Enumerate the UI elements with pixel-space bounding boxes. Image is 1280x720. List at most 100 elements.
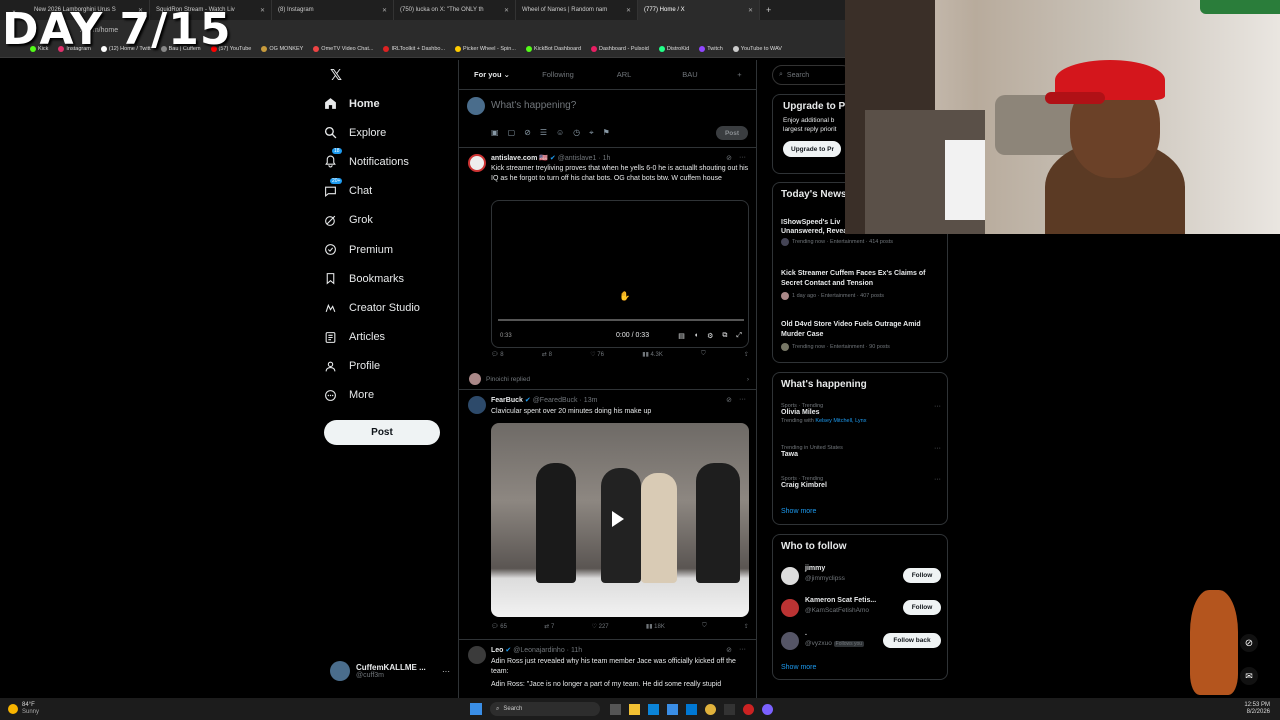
close-icon[interactable]: ✕ [748, 7, 753, 14]
tweet-author-handle[interactable]: @antislave1 [558, 155, 597, 162]
more-icon[interactable]: ··· [934, 445, 941, 452]
follow-suggestion[interactable]: Kameron Scat Fetis... @KamScatFetishAmo … [781, 597, 941, 619]
bookmark-item[interactable]: OmeTV Video Chat... [313, 45, 373, 52]
reply-button[interactable]: 💬︎ 65 [491, 623, 507, 630]
follow-button[interactable]: Follow [903, 568, 941, 583]
sidebar-item-bookmarks[interactable]: Bookmarks [324, 264, 449, 293]
settings-icon[interactable]: ⚙ [707, 332, 713, 340]
app-icon[interactable] [743, 703, 754, 715]
replied-row[interactable]: Pinoichi replied › [469, 373, 749, 385]
file-explorer-icon[interactable] [629, 703, 640, 715]
captions-icon[interactable]: ▤ [678, 332, 685, 340]
grok-icon[interactable]: ⊘ [726, 396, 732, 404]
post-button[interactable]: Post [324, 420, 440, 445]
more-icon[interactable]: ··· [442, 667, 450, 676]
chrome-icon[interactable] [705, 703, 716, 715]
tweet-video[interactable]: ✋ 0:33 0:00 / 0:33 ▤ ◖ ⚙ ⧉ ⤢ [491, 200, 749, 348]
compose-post-button[interactable]: Post [716, 126, 748, 140]
bookmark-item[interactable]: OG MONKEY [261, 45, 303, 52]
sidebar-item-chat[interactable]: Chat 20+ [324, 177, 449, 206]
views-button[interactable]: ▮▮ 4.3K [642, 351, 663, 358]
trend-extra-link[interactable]: Kelsey Mitchell, Lynx [815, 418, 866, 424]
close-icon[interactable]: ✕ [504, 7, 509, 14]
new-tab-icon[interactable]: + [760, 5, 771, 15]
play-icon[interactable] [612, 511, 624, 527]
bookmark-item[interactable]: Picker Wheel - Spin... [455, 45, 516, 52]
tweet[interactable]: Leo ✔ @Leonajardinho · 11h ⊘ ··· Adin Ros… [459, 640, 756, 700]
sidebar-item-grok[interactable]: Grok [324, 206, 449, 235]
edge-icon[interactable] [648, 703, 659, 715]
sidebar-item-notifications[interactable]: Notifications 18 [324, 147, 449, 176]
share-icon[interactable]: ⇪ [744, 351, 749, 358]
taskbar-clock[interactable]: 12:53 PM 8/2/2026 [1244, 702, 1280, 716]
tweet[interactable]: antislave.com 🇺🇸 ✔ @antislave1 · 1h ⊘ ···… [459, 148, 756, 390]
grok-icon[interactable]: ⊘ [726, 646, 732, 654]
bookmark-icon[interactable]: ⛉ [702, 623, 707, 630]
sidebar-item-profile[interactable]: Profile [324, 352, 449, 381]
task-view-icon[interactable] [610, 703, 621, 715]
video-progress-bar[interactable] [498, 319, 744, 321]
mail-icon[interactable] [686, 703, 697, 715]
emoji-icon[interactable]: ☺ [556, 128, 564, 138]
repost-button[interactable]: ⇄ 7 [544, 623, 554, 630]
location-icon[interactable]: ⌖ [589, 128, 594, 138]
share-icon[interactable]: ⇪ [744, 623, 749, 630]
more-icon[interactable]: ··· [934, 403, 941, 410]
messages-floating-icon[interactable]: ✉ [1240, 667, 1258, 685]
follow-suggestion[interactable]: . @vyzxuo Follows you Follow back [781, 630, 941, 652]
image-icon[interactable]: ▣ [491, 128, 499, 138]
more-icon[interactable]: ··· [739, 396, 746, 404]
bookmark-item[interactable]: YouTube to WAV [732, 45, 782, 52]
account-switcher[interactable]: CuffemKALLME ... @cuff3m ··· [330, 661, 450, 681]
like-button[interactable]: ♡ 227 [592, 623, 609, 630]
news-item[interactable]: Old D4vd Store Video Fuels Outrage Amid … [781, 320, 941, 351]
bookmark-icon[interactable]: ⛉ [701, 351, 706, 358]
close-icon[interactable]: ✕ [626, 7, 631, 14]
tweet-author-handle[interactable]: @FearedBuck [533, 397, 578, 404]
search-input[interactable]: ⌕ Search [772, 65, 852, 85]
trend-item[interactable]: Sports · Trending Olivia Miles Trending … [781, 403, 941, 424]
close-icon[interactable]: ✕ [260, 7, 265, 14]
flag-icon[interactable]: ⚑ [603, 128, 610, 138]
taskbar-search[interactable]: ⌕ Search [490, 702, 600, 716]
more-icon[interactable]: ··· [739, 154, 746, 162]
tweet-author-name[interactable]: antislave.com 🇺🇸 [491, 155, 548, 162]
close-icon[interactable]: ✕ [382, 7, 387, 14]
follow-button[interactable]: Follow [903, 600, 941, 615]
start-button-icon[interactable] [470, 703, 482, 715]
browser-tab[interactable]: (8) Instagram ✕ [272, 0, 394, 20]
browser-tab[interactable]: (750) lucka on X: "The ONLY th ✕ [394, 0, 516, 20]
follow-back-button[interactable]: Follow back [883, 633, 941, 648]
sidebar-item-explore[interactable]: Explore [324, 118, 449, 147]
sidebar-item-creator-studio[interactable]: Creator Studio [324, 293, 449, 322]
grok-icon[interactable]: ⊘ [726, 154, 732, 162]
discord-icon[interactable] [762, 703, 773, 715]
poll-icon[interactable]: ☰ [540, 128, 547, 138]
repost-button[interactable]: ⇄ 8 [542, 351, 552, 358]
tab-following[interactable]: Following [525, 70, 591, 79]
fullscreen-icon[interactable]: ⤢ [736, 332, 742, 340]
show-more-link[interactable]: Show more [781, 508, 816, 515]
tweet-time[interactable]: 1h [603, 155, 611, 162]
tab-bau[interactable]: BAU [657, 70, 723, 79]
bookmark-item[interactable]: DistroKid [658, 45, 689, 52]
sidebar-item-more[interactable]: More [324, 381, 449, 410]
add-tab-icon[interactable]: + [723, 70, 756, 79]
tweet-author-name[interactable]: FearBuck [491, 397, 523, 404]
gif-icon[interactable]: ▢ [508, 128, 516, 138]
schedule-icon[interactable]: ◷ [573, 128, 580, 138]
tweet[interactable]: FearBuck ✔ @FearedBuck · 13m ⊘ ··· Clavic… [459, 390, 756, 640]
tweet-author-handle[interactable]: @Leonajardinho [513, 647, 564, 654]
store-icon[interactable] [667, 703, 678, 715]
follow-suggestion[interactable]: jimmy @jimmyclipss Follow [781, 565, 941, 587]
volume-icon[interactable]: ◖ [694, 332, 698, 340]
more-icon[interactable]: ··· [934, 476, 941, 483]
app-icon[interactable] [724, 703, 735, 715]
bookmark-item[interactable]: KickBot Dashboard [525, 45, 581, 52]
grok-icon[interactable]: ⊘ [524, 128, 531, 138]
tweet-video-thumbnail[interactable] [491, 423, 749, 617]
show-more-link[interactable]: Show more [781, 664, 816, 671]
x-logo-icon[interactable]: 𝕏 [330, 66, 342, 84]
trend-item[interactable]: Trending in United States Tawa ··· [781, 445, 941, 458]
compose-input[interactable]: What's happening? [491, 100, 576, 111]
